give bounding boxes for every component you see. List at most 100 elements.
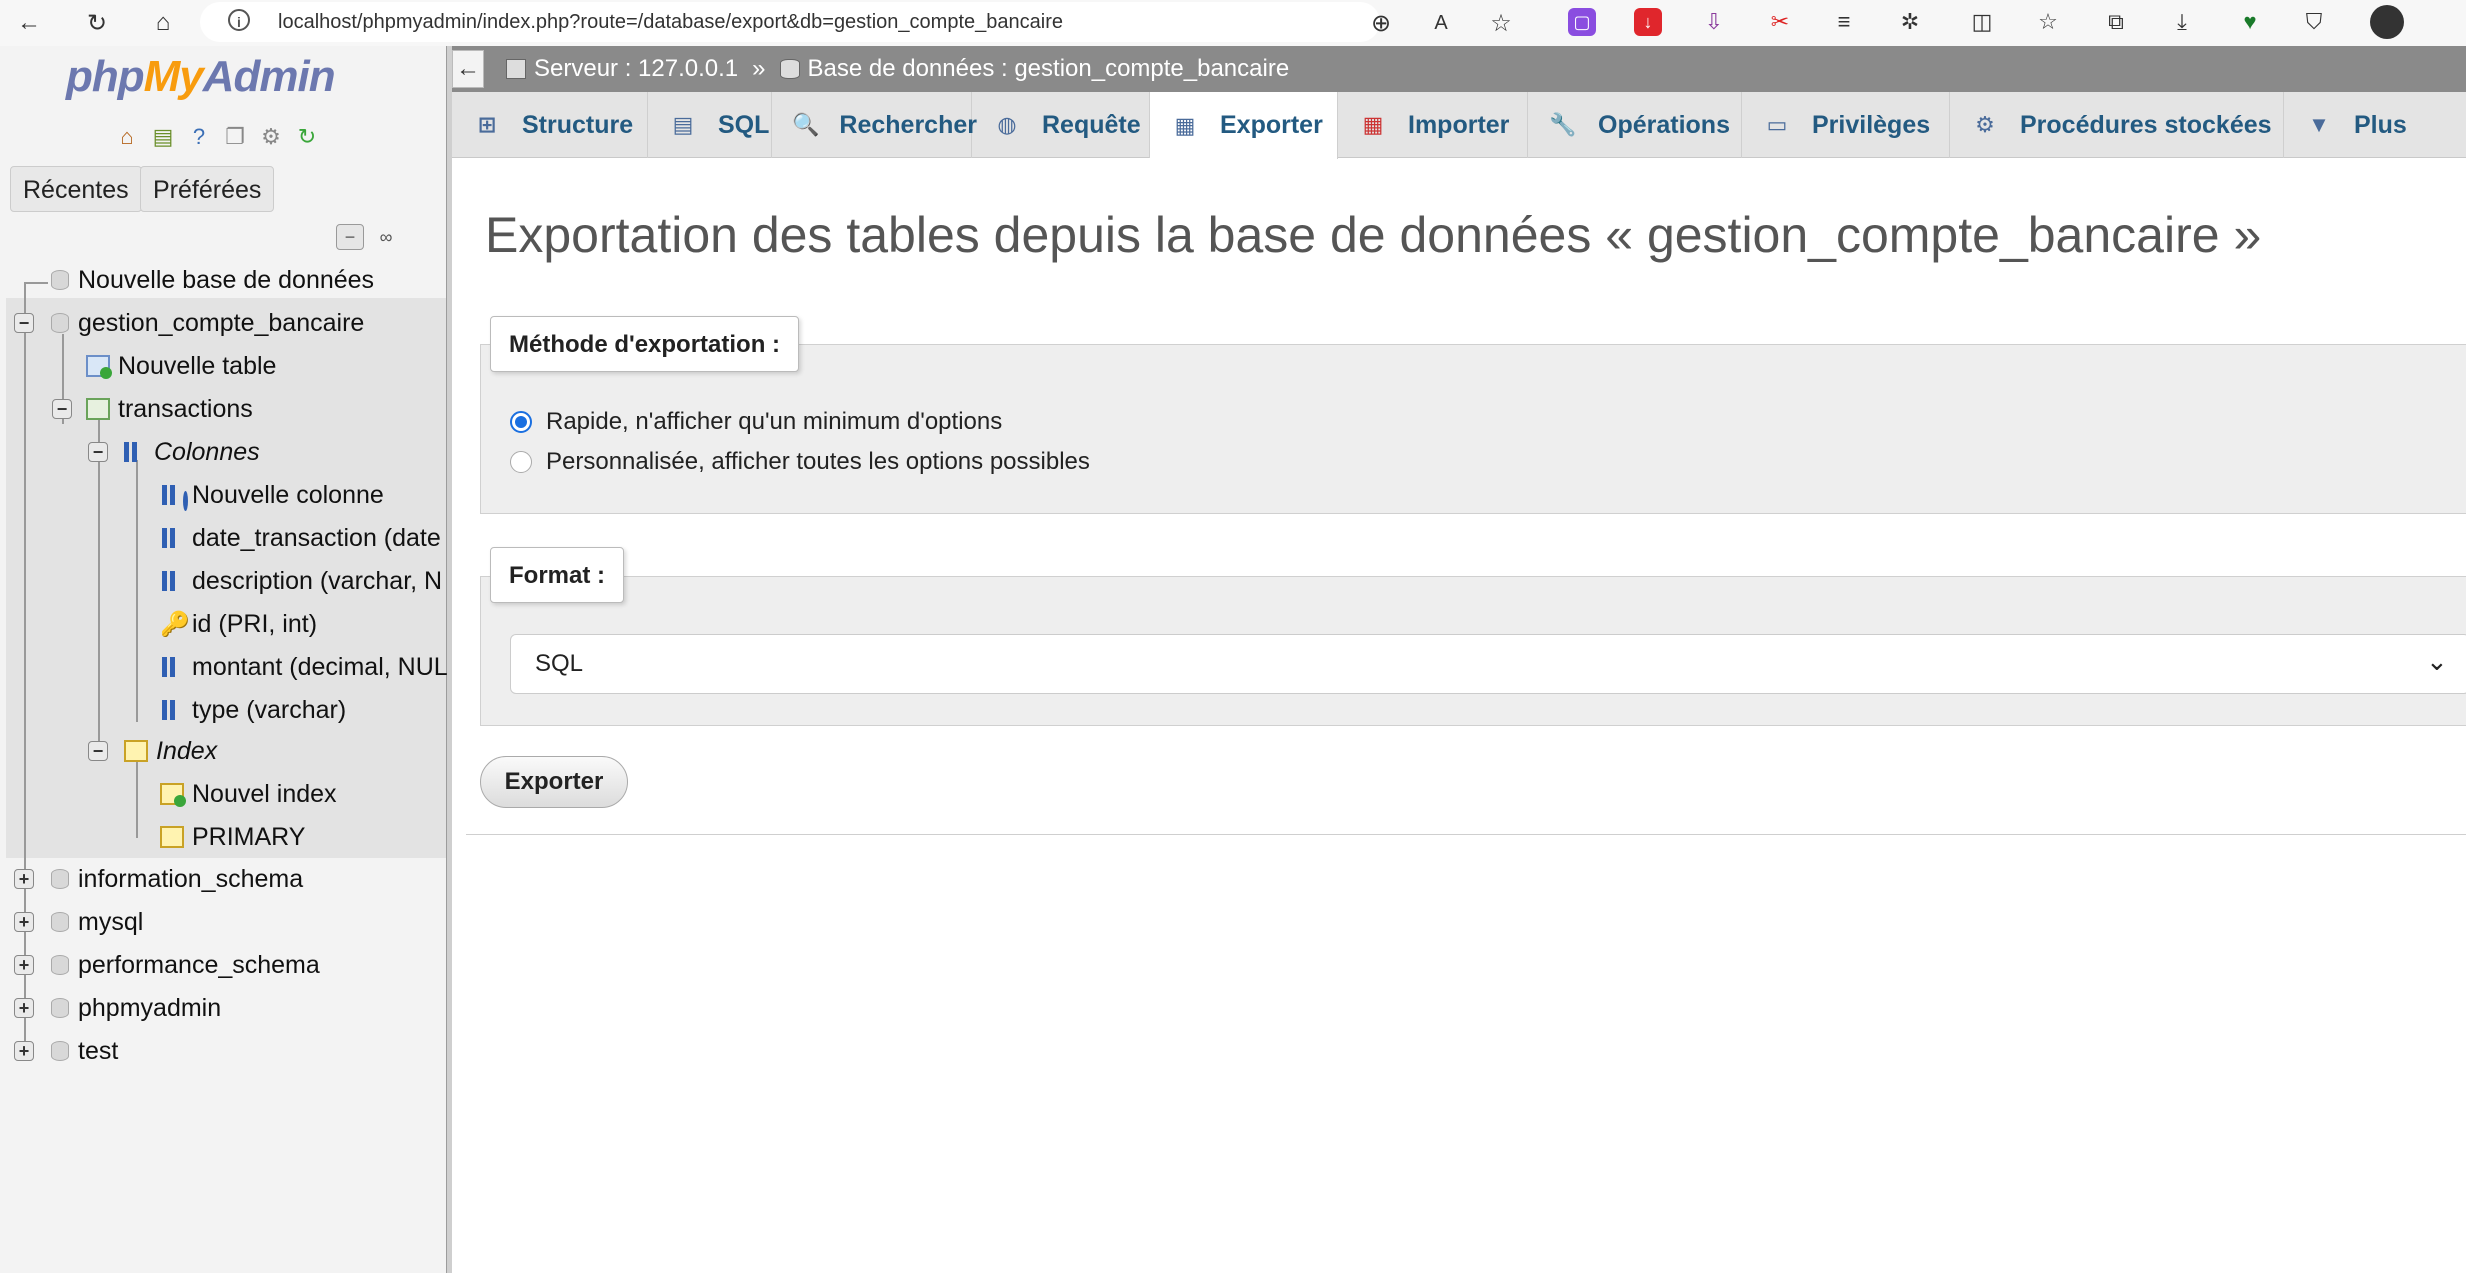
tree-database[interactable]: mysql — [50, 902, 143, 942]
tree-column[interactable]: type (varchar) — [162, 690, 346, 730]
collapse-icon[interactable]: − — [88, 741, 108, 761]
breadcrumb-database[interactable]: Base de données : gestion_compte_bancair… — [808, 55, 1290, 83]
recent-tables-tab[interactable]: Récentes — [10, 166, 142, 212]
tree-database-gestion[interactable]: gestion_compte_bancaire — [50, 303, 364, 343]
favorites-icon[interactable]: ☆ — [2034, 8, 2062, 36]
tree-column[interactable]: montant (decimal, NUL — [162, 647, 448, 687]
tree-database[interactable]: performance_schema — [50, 945, 320, 985]
expand-icon[interactable]: + — [14, 955, 34, 975]
extension-download-icon[interactable]: ↓ — [1634, 8, 1662, 36]
expand-icon[interactable]: + — [14, 869, 34, 889]
address-bar[interactable]: i localhost/phpmyadmin/index.php?route=/… — [200, 2, 1380, 42]
tree-column[interactable]: description (varchar, N — [162, 561, 442, 601]
tree-new-database[interactable]: Nouvelle base de données — [50, 260, 374, 300]
home-icon[interactable]: ⌂ — [146, 6, 180, 40]
tree-new-table[interactable]: Nouvelle table — [86, 346, 276, 386]
extension-purple-icon[interactable]: ▢ — [1568, 8, 1596, 36]
tree-column[interactable]: 🔑 id (PRI, int) — [160, 604, 317, 644]
table-icon — [86, 398, 110, 420]
tab-sql[interactable]: ▤ SQL — [648, 92, 772, 158]
radio-custom[interactable] — [510, 451, 532, 473]
extension-red-icon[interactable]: ✂ — [1766, 8, 1794, 36]
collapse-panel-arrow-icon[interactable]: ← — [452, 50, 484, 88]
format-select[interactable]: SQL — [510, 634, 2466, 694]
breadcrumb-server[interactable]: Serveur : 127.0.0.1 — [534, 55, 738, 83]
server-icon — [506, 59, 526, 79]
tree-index-primary[interactable]: PRIMARY — [160, 817, 305, 857]
tree-columns-group[interactable]: Colonnes — [124, 432, 260, 472]
tree-label: phpmyadmin — [78, 993, 222, 1022]
tree-table-transactions[interactable]: transactions — [86, 389, 253, 429]
expand-icon[interactable]: + — [14, 912, 34, 932]
tree-index-group[interactable]: Index — [124, 731, 217, 771]
back-arrow-icon[interactable]: ← — [12, 6, 46, 40]
tree-new-column[interactable]: Nouvelle colonne — [162, 475, 384, 515]
tree-database[interactable]: test — [50, 1031, 118, 1071]
collapse-icon[interactable]: − — [88, 442, 108, 462]
tree-label: Nouvelle table — [118, 351, 277, 380]
export-button[interactable]: Exporter — [480, 756, 628, 808]
url-text[interactable]: localhost/phpmyadmin/index.php?route=/da… — [278, 11, 1063, 34]
zoom-icon[interactable]: ⊕ — [1364, 6, 1398, 40]
browser-essentials-icon[interactable]: ⛉ — [2300, 8, 2328, 36]
routines-icon: ⚙ — [1975, 112, 1995, 137]
index-icon — [160, 826, 184, 848]
documentation-icon[interactable]: ❐ — [220, 122, 250, 152]
link-icon[interactable]: ∞ — [372, 224, 400, 250]
phpmyadmin-logo[interactable]: phpMyAdmin — [66, 52, 336, 102]
tree-label: information_schema — [78, 864, 304, 893]
tab-more[interactable]: ▼ Plus — [2284, 92, 2466, 158]
extension-save-icon[interactable]: ⇩ — [1700, 8, 1728, 36]
playlist-icon[interactable]: ≡ — [1830, 8, 1858, 36]
tab-routines[interactable]: ⚙ Procédures stockées — [1950, 92, 2284, 158]
home-icon[interactable]: ⌂ — [112, 122, 142, 152]
chevron-down-icon[interactable]: ⌄ — [2426, 646, 2448, 677]
profile-avatar[interactable] — [2370, 5, 2404, 39]
index-icon — [124, 740, 148, 762]
tab-export[interactable]: ▦ Exporter — [1150, 92, 1338, 159]
tab-query[interactable]: ◍ Requête — [972, 92, 1150, 158]
tab-structure[interactable]: ⊞ Structure — [452, 92, 648, 158]
radio-quick-option[interactable]: Rapide, n'afficher qu'un minimum d'optio… — [510, 404, 1002, 440]
tab-privileges[interactable]: ▭ Privilèges — [1742, 92, 1950, 158]
tab-operations[interactable]: 🔧 Opérations — [1528, 92, 1742, 158]
tab-import[interactable]: ▦ Importer — [1338, 92, 1528, 158]
split-screen-icon[interactable]: ◫ — [1968, 8, 1996, 36]
collections-icon[interactable]: ⧉ — [2102, 8, 2130, 36]
divider — [466, 834, 2466, 835]
tree-database[interactable]: information_schema — [50, 859, 303, 899]
radio-quick[interactable] — [510, 411, 532, 433]
column-icon — [162, 569, 184, 593]
read-aloud-icon[interactable]: A — [1424, 6, 1458, 40]
tree-label: type (varchar) — [192, 695, 347, 724]
health-icon[interactable]: ♥ — [2236, 8, 2264, 36]
tree-column[interactable]: date_transaction (date — [162, 518, 441, 558]
reload-icon[interactable]: ↻ — [80, 6, 114, 40]
tree-label: date_transaction (date — [192, 523, 441, 552]
tree-new-index[interactable]: Nouvel index — [160, 774, 337, 814]
tree-database[interactable]: phpmyadmin — [50, 988, 221, 1028]
extensions-puzzle-icon[interactable]: ✲ — [1896, 8, 1924, 36]
export-method-legend: Méthode d'exportation : — [490, 316, 800, 372]
new-table-icon — [86, 355, 112, 379]
quick-links: ⌂ ▤ ? ❐ ⚙ ↻ — [112, 122, 322, 156]
collapse-all-icon[interactable]: − — [336, 224, 364, 250]
tab-label: Privilèges — [1812, 110, 1931, 139]
tree-label: Index — [156, 736, 218, 765]
expand-icon[interactable]: + — [14, 1041, 34, 1061]
database-icon — [50, 311, 70, 335]
tab-search[interactable]: 🔍 Rechercher — [772, 92, 977, 158]
settings-gear-icon[interactable]: ⚙ — [256, 122, 286, 152]
collapse-icon[interactable]: − — [52, 399, 72, 419]
site-info-icon[interactable]: i — [228, 9, 250, 31]
sql-query-icon[interactable]: ▤ — [148, 122, 178, 152]
favorite-star-icon[interactable]: ☆ — [1484, 6, 1518, 40]
radio-custom-option[interactable]: Personnalisée, afficher toutes les optio… — [510, 444, 1090, 480]
reload-nav-icon[interactable]: ↻ — [292, 122, 322, 152]
help-icon[interactable]: ? — [184, 122, 214, 152]
collapse-icon[interactable]: − — [14, 313, 34, 333]
downloads-icon[interactable]: ⤓ — [2168, 8, 2196, 36]
favorite-tables-tab[interactable]: Préférées — [140, 166, 275, 212]
expand-icon[interactable]: + — [14, 998, 34, 1018]
page-title: Exportation des tables depuis la base de… — [485, 207, 2262, 263]
